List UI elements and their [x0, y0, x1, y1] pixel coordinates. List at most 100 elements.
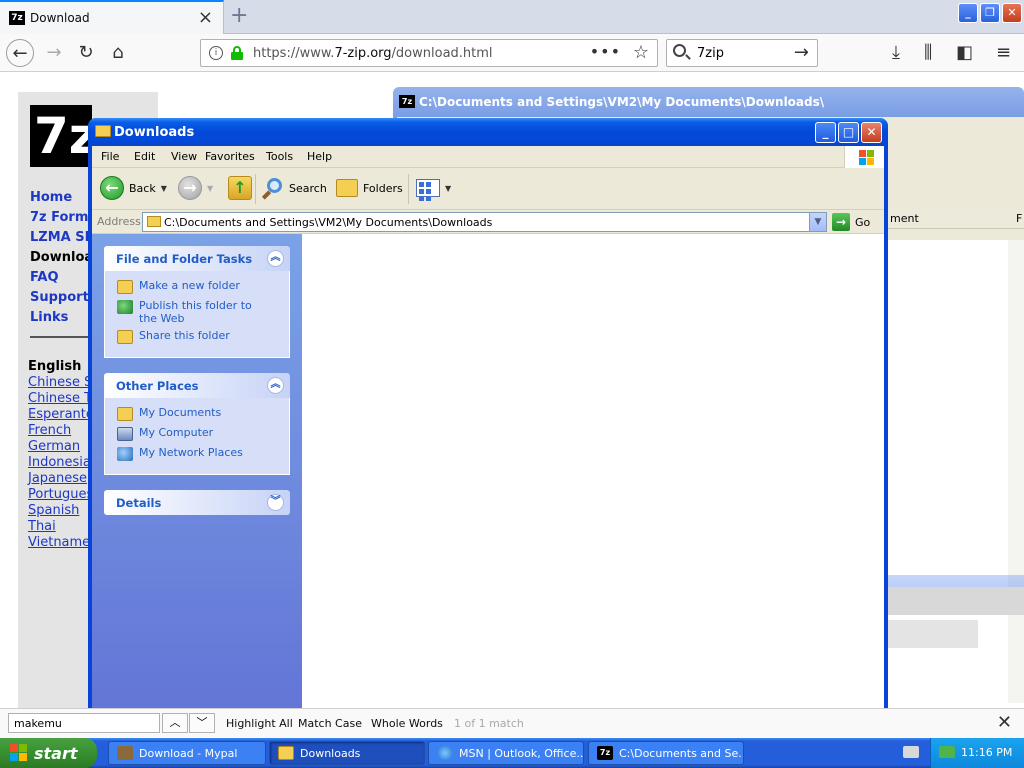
language-link[interactable]: French	[28, 423, 92, 439]
tab-close-icon[interactable]: ×	[198, 8, 213, 28]
new-tab-icon[interactable]: +	[230, 2, 248, 30]
panel-title: File and Folder Tasks	[116, 252, 253, 266]
collapse-chevron-icon[interactable]: ︽	[267, 250, 284, 267]
network-tray-icon[interactable]	[939, 746, 955, 758]
whole-words-toggle[interactable]: Whole Words	[371, 717, 443, 730]
start-button[interactable]: start	[0, 738, 97, 768]
minimize-icon[interactable]: _	[958, 3, 978, 23]
browser-tab[interactable]: 7z Download ×	[0, 0, 224, 34]
explorer-titlebar[interactable]: Downloads _ □ ✕	[88, 118, 888, 146]
page-actions-icon[interactable]: •••	[590, 42, 621, 61]
task-pane: File and Folder Tasks ︽ Make a new folde…	[92, 234, 302, 712]
file-folder-tasks-panel: File and Folder Tasks ︽ Make a new folde…	[104, 246, 290, 358]
site-nav-home[interactable]: Home	[30, 188, 92, 208]
chevron-down-icon[interactable]: ▼	[445, 184, 451, 193]
keyboard-tray-icon[interactable]	[903, 746, 919, 758]
menu-file[interactable]: File	[101, 150, 119, 163]
folders-button[interactable]: Folders	[336, 175, 403, 201]
find-input[interactable]: makemu	[8, 713, 160, 733]
highlight-all-toggle[interactable]: Highlight All	[226, 717, 293, 730]
task-share-folder[interactable]: Share this folder	[117, 329, 289, 349]
language-link[interactable]: Chinese Trad.	[28, 391, 92, 407]
site-info-icon[interactable]: i	[209, 46, 223, 60]
chevron-down-icon[interactable]: ▼	[809, 213, 826, 231]
download-icon[interactable]: ⤓	[892, 42, 900, 64]
language-link[interactable]: Indonesian	[28, 455, 92, 471]
close-find-bar-icon[interactable]: ✕	[997, 712, 1012, 733]
task-make-new-folder[interactable]: Make a new folder	[117, 279, 289, 299]
maximize-icon[interactable]: □	[838, 122, 859, 143]
sidebar-icon[interactable]: ◧	[956, 42, 973, 64]
column-header-comment[interactable]: ment	[890, 212, 919, 225]
collapse-chevron-icon[interactable]: ︽	[267, 377, 284, 394]
explorer-window[interactable]: Downloads _ □ ✕ File Edit View Favorites…	[88, 118, 888, 716]
bookmark-star-icon[interactable]: ☆	[633, 42, 649, 63]
menu-help[interactable]: Help	[307, 150, 332, 163]
language-link[interactable]: Esperanto	[28, 407, 92, 423]
find-previous-icon[interactable]: ︿	[162, 713, 188, 733]
address-input[interactable]: C:\Documents and Settings\VM2\My Documen…	[142, 212, 827, 232]
minimize-icon[interactable]: _	[815, 122, 836, 143]
library-icon[interactable]: ⫼	[924, 42, 932, 64]
clock[interactable]: 11:16 PM	[961, 746, 1012, 759]
menu-edit[interactable]: Edit	[134, 150, 155, 163]
back-button[interactable]: ← Back ▼	[100, 175, 167, 201]
site-nav-7z-format[interactable]: 7z Format	[30, 208, 92, 228]
folder-contents-area[interactable]	[302, 234, 884, 712]
find-next-icon[interactable]: ﹀	[189, 713, 215, 733]
menu-favorites[interactable]: Favorites	[205, 150, 255, 163]
views-button[interactable]: ▼	[416, 175, 451, 201]
taskbar-item-7zip[interactable]: 7z C:\Documents and Se...	[588, 741, 744, 765]
language-link[interactable]: Thai	[28, 519, 92, 535]
forward-button[interactable]: → ▼	[178, 175, 213, 201]
site-nav-download[interactable]: Download	[30, 248, 92, 268]
place-my-network-places[interactable]: My Network Places	[117, 446, 289, 466]
search-go-arrow-icon[interactable]: →	[794, 42, 809, 63]
site-nav-faq[interactable]: FAQ	[30, 268, 92, 288]
column-header[interactable]: ment F	[886, 209, 1024, 229]
chevron-down-icon[interactable]: ▼	[161, 184, 167, 193]
url-bar[interactable]: i https://www.7-zip.org/download.html ••…	[200, 39, 658, 67]
match-case-toggle[interactable]: Match Case	[298, 717, 362, 730]
up-folder-button[interactable]: ↑	[228, 175, 252, 201]
panel-header[interactable]: Other Places ︽	[104, 373, 290, 398]
search-button[interactable]: Search	[261, 175, 327, 201]
site-nav-links[interactable]: Links	[30, 308, 92, 328]
language-link[interactable]: German	[28, 439, 92, 455]
go-button[interactable]: → Go	[832, 213, 870, 231]
close-icon[interactable]: ✕	[861, 122, 882, 143]
language-link[interactable]: Vietnamese	[28, 535, 92, 551]
taskbar-item-msn[interactable]: MSN | Outlook, Office...	[428, 741, 584, 765]
home-icon[interactable]: ⌂	[104, 39, 132, 67]
menu-tools[interactable]: Tools	[266, 150, 293, 163]
menu-hamburger-icon[interactable]: ≡	[996, 42, 1011, 64]
expand-chevron-icon[interactable]: ︾	[267, 494, 284, 511]
site-nav-support[interactable]: Support	[30, 288, 92, 308]
my-documents-icon	[117, 407, 133, 421]
back-arrow-icon[interactable]: ←	[6, 39, 34, 67]
menu-view[interactable]: View	[171, 150, 197, 163]
language-link[interactable]: Chinese Simpl.	[28, 375, 92, 391]
vertical-scrollbar[interactable]	[1008, 240, 1024, 703]
language-link[interactable]: Spanish	[28, 503, 92, 519]
taskbar-item-mypal[interactable]: Download - Mypal	[108, 741, 266, 765]
close-window-icon[interactable]: ✕	[1002, 3, 1022, 23]
column-header-f[interactable]: F	[1016, 212, 1022, 225]
chevron-down-icon[interactable]: ▼	[207, 184, 213, 193]
restore-icon[interactable]: ❐	[980, 3, 1000, 23]
search-input[interactable]: 7zip	[697, 46, 724, 61]
task-publish-to-web[interactable]: Publish this folder to the Web	[117, 299, 289, 329]
other-places-panel: Other Places ︽ My Documents My Computer …	[104, 373, 290, 475]
place-my-computer[interactable]: My Computer	[117, 426, 289, 446]
panel-header[interactable]: File and Folder Tasks ︽	[104, 246, 290, 271]
search-bar[interactable]: 7zip →	[666, 39, 818, 67]
language-link[interactable]: Japanese	[28, 471, 92, 487]
place-my-documents[interactable]: My Documents	[117, 406, 289, 426]
forward-arrow-icon[interactable]: →	[40, 39, 68, 67]
taskbar-item-downloads[interactable]: Downloads	[269, 741, 425, 765]
background-window-titlebar[interactable]: 7z C:\Documents and Settings\VM2\My Docu…	[393, 87, 1024, 117]
panel-header[interactable]: Details ︾	[104, 490, 290, 515]
reload-icon[interactable]: ↻	[72, 39, 100, 67]
site-nav-lzma-sdk[interactable]: LZMA SDK	[30, 228, 92, 248]
language-link[interactable]: Portuguese	[28, 487, 92, 503]
